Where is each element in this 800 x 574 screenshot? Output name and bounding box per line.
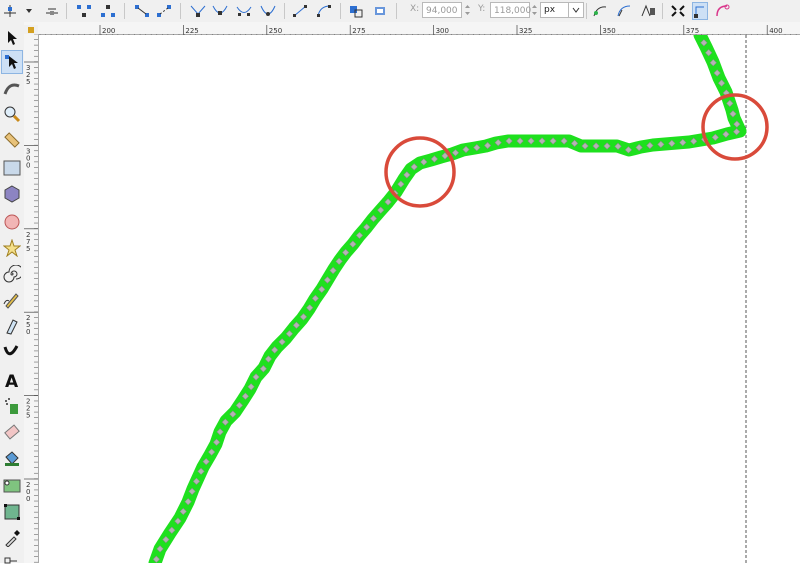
y-spinner[interactable]	[530, 2, 539, 18]
measure-tool-icon[interactable]	[1, 128, 23, 152]
show-handles-icon[interactable]	[692, 2, 708, 20]
join-nodes-icon[interactable]	[76, 2, 92, 20]
gradient-tool-icon[interactable]	[1, 474, 23, 498]
eraser-tool-icon[interactable]	[1, 420, 23, 444]
pen-tool-icon[interactable]	[1, 314, 23, 338]
ruler-label: 200	[102, 27, 115, 35]
ruler-label: 5	[26, 78, 30, 86]
ruler-label: 5	[26, 245, 30, 253]
x-spinner[interactable]	[463, 2, 472, 18]
unit-select[interactable]: px	[540, 2, 584, 18]
cusp-node-icon[interactable]	[190, 2, 206, 20]
svg-text:A: A	[5, 372, 19, 389]
drawing-canvas[interactable]	[39, 28, 800, 570]
delete-node-icon[interactable]	[44, 2, 60, 20]
show-outline-icon[interactable]	[714, 2, 730, 20]
object-to-path-icon[interactable]	[348, 2, 364, 20]
delete-segment-icon[interactable]	[156, 2, 172, 20]
break-path-icon[interactable]	[100, 2, 116, 20]
3dbox-tool-icon[interactable]	[1, 182, 23, 206]
calligraphy-tool-icon[interactable]	[1, 340, 23, 364]
star-tool-icon[interactable]	[1, 236, 23, 260]
ruler-label: 325	[519, 27, 532, 35]
text-tool-icon[interactable]: A	[1, 368, 23, 392]
join-segment-icon[interactable]	[134, 2, 150, 20]
separator	[586, 3, 587, 19]
line-segment-icon[interactable]	[292, 2, 308, 20]
lock-icon	[28, 27, 34, 33]
ruler-label: 375	[686, 27, 699, 35]
ruler-label: 5	[26, 412, 30, 420]
ruler-label: 0	[26, 161, 30, 169]
chevron-down-icon	[568, 3, 583, 17]
transform-handles-icon[interactable]	[670, 2, 686, 20]
stroke-to-path-icon[interactable]	[372, 2, 388, 20]
ruler-label: 0	[26, 328, 30, 336]
circle-tool-icon[interactable]	[1, 210, 23, 234]
toolbox: A	[0, 22, 24, 564]
horizontal-ruler: 200 225 250 275 300 325 350 375 400	[24, 22, 800, 37]
mesh-tool-icon[interactable]	[1, 500, 23, 524]
separator	[180, 3, 181, 19]
tweak-tool-icon[interactable]	[1, 76, 23, 100]
separator	[284, 3, 285, 19]
separator	[340, 3, 341, 19]
separator	[396, 3, 397, 19]
spiral-tool-icon[interactable]	[1, 262, 23, 286]
spray-tool-icon[interactable]	[1, 394, 23, 418]
dropper-tool-icon[interactable]	[1, 526, 23, 550]
dropdown-icon[interactable]	[24, 2, 34, 20]
ruler-label: 225	[185, 27, 198, 35]
vertical-ruler: 325300275250225200	[24, 33, 39, 563]
selector-tool-icon[interactable]	[1, 26, 23, 50]
ruler-label: 275	[352, 27, 365, 35]
connector-tool-icon[interactable]	[1, 550, 23, 574]
symmetric-node-icon[interactable]	[236, 2, 252, 20]
clippath-icon[interactable]	[616, 2, 632, 20]
y-input[interactable]: 118,000	[490, 2, 531, 18]
node-tool-icon[interactable]	[1, 50, 23, 74]
ruler-label: 300	[436, 27, 449, 35]
ruler-label: 400	[769, 27, 782, 35]
pencil-tool-icon[interactable]	[1, 288, 23, 312]
curve-segment-icon[interactable]	[316, 2, 332, 20]
path-effect-icon[interactable]	[592, 2, 608, 20]
rect-tool-icon[interactable]	[1, 156, 23, 180]
ruler-label: 250	[269, 27, 282, 35]
ruler-label: 0	[26, 495, 30, 503]
ruler-label: 350	[602, 27, 615, 35]
mask-icon[interactable]	[640, 2, 656, 20]
separator	[662, 3, 663, 19]
smooth-node-icon[interactable]	[212, 2, 228, 20]
auto-smooth-node-icon[interactable]	[260, 2, 276, 20]
highlight-circle-left	[384, 136, 456, 208]
insert-node-icon[interactable]	[2, 2, 18, 20]
unit-value: px	[544, 5, 556, 15]
zoom-tool-icon[interactable]	[1, 102, 23, 126]
separator	[66, 3, 67, 19]
bucket-tool-icon[interactable]	[1, 446, 23, 470]
x-label: X:	[410, 4, 420, 14]
x-input[interactable]: 94,000	[422, 2, 462, 18]
separator	[124, 3, 125, 19]
selected-path[interactable]	[148, 28, 747, 570]
y-label: Y:	[478, 4, 486, 14]
node-toolbar: X: 94,000 Y: 118,000 px	[0, 0, 800, 23]
